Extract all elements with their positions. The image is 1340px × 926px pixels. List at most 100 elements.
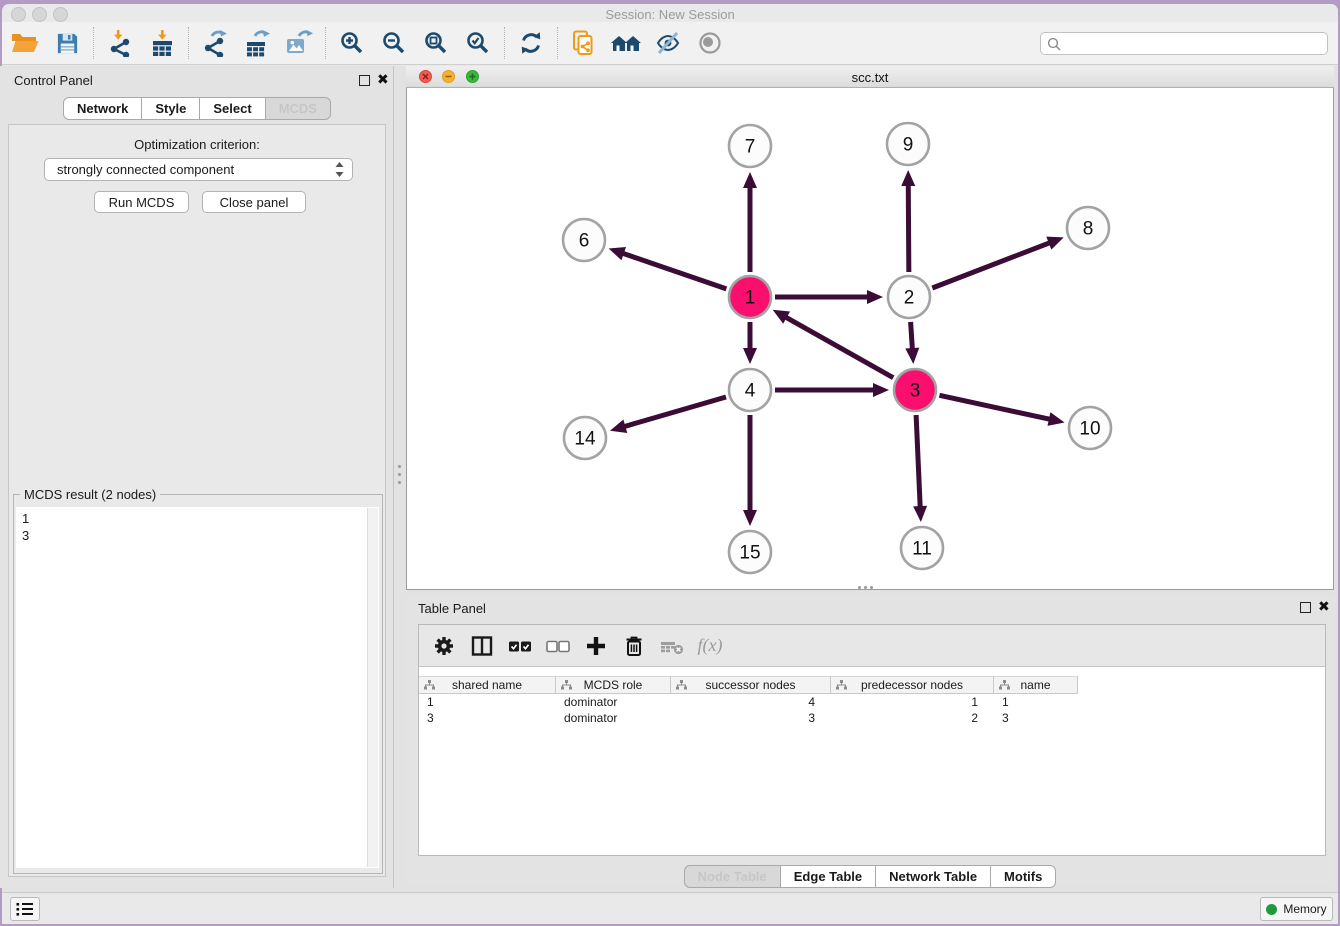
tab-network-table[interactable]: Network Table xyxy=(875,865,991,888)
mcds-result-text[interactable]: 1 3 xyxy=(16,507,379,868)
zoom-fit-icon[interactable] xyxy=(415,23,457,63)
export-network-icon[interactable] xyxy=(194,23,236,63)
edge-arrowhead xyxy=(1047,412,1064,426)
table-row[interactable]: 3dominator323 xyxy=(419,710,1078,726)
edge-arrowhead xyxy=(609,247,626,260)
close-panel-button[interactable]: Close panel xyxy=(202,191,306,213)
memory-button[interactable]: Memory xyxy=(1260,897,1333,921)
zoom-out-icon[interactable] xyxy=(373,23,415,63)
run-mcds-button[interactable]: Run MCDS xyxy=(94,191,189,213)
control-panel-tabs: NetworkStyleSelectMCDS xyxy=(0,97,394,120)
edge-arrowhead xyxy=(867,290,883,304)
graph-node-label: 11 xyxy=(912,539,932,560)
column-header-shared-name[interactable]: shared name xyxy=(419,676,556,694)
status-bar xyxy=(2,892,1338,923)
table-cell: dominator xyxy=(556,710,671,726)
toolbar-separator xyxy=(504,27,505,59)
chevron-updown-icon xyxy=(335,162,344,177)
tab-motifs[interactable]: Motifs xyxy=(990,865,1056,888)
control-panel-float-button[interactable] xyxy=(359,75,370,86)
graph-node-label: 7 xyxy=(745,137,756,158)
graph-node-label: 2 xyxy=(904,288,915,309)
table-cell: 1 xyxy=(831,694,994,710)
export-table-icon[interactable] xyxy=(236,23,278,63)
tab-node-table[interactable]: Node Table xyxy=(684,865,781,888)
toolbar-separator xyxy=(93,27,94,59)
import-table-icon[interactable] xyxy=(141,23,183,63)
edge-arrowhead xyxy=(743,510,757,526)
table-row[interactable]: 1dominator411 xyxy=(419,694,1078,710)
table-toolbar: f(x) xyxy=(419,625,1325,667)
graph-svg: 1234678910111415 xyxy=(407,88,1333,589)
optimization-criterion-value: strongly connected component xyxy=(57,162,335,177)
zoom-selected-icon[interactable] xyxy=(457,23,499,63)
select-all-icon[interactable] xyxy=(501,627,539,665)
table-panel-close-button[interactable]: ✖ xyxy=(1318,601,1330,612)
refresh-icon[interactable] xyxy=(510,23,552,63)
table-cell: dominator xyxy=(556,694,671,710)
column-header-name[interactable]: name xyxy=(994,676,1078,694)
edge-arrowhead xyxy=(610,420,627,433)
export-image-icon[interactable] xyxy=(278,23,320,63)
table-cell: 1 xyxy=(994,694,1078,710)
save-session-icon[interactable] xyxy=(46,23,88,63)
tab-style[interactable]: Style xyxy=(141,97,200,120)
node-table-header: shared nameMCDS rolesuccessor nodesprede… xyxy=(419,676,1078,694)
horizontal-splitter-handle[interactable] xyxy=(858,586,873,589)
gear-icon[interactable] xyxy=(425,627,463,665)
graph-edge-2-8[interactable] xyxy=(932,242,1051,288)
search-input[interactable] xyxy=(1065,35,1327,52)
search-icon xyxy=(1047,37,1061,51)
open-session-icon[interactable] xyxy=(4,23,46,63)
graph-node-label: 1 xyxy=(745,288,756,309)
column-icon[interactable] xyxy=(463,627,501,665)
edge-arrowhead xyxy=(743,348,757,364)
graph-edge-2-3[interactable] xyxy=(911,322,913,351)
deselect-all-icon[interactable] xyxy=(539,627,577,665)
delete-table-icon[interactable] xyxy=(653,627,691,665)
table-panel-float-button[interactable] xyxy=(1300,602,1311,613)
task-history-button[interactable] xyxy=(10,897,40,921)
optimization-criterion-select[interactable]: strongly connected component xyxy=(44,158,353,181)
table-cell: 4 xyxy=(671,694,831,710)
mcds-result-title: MCDS result (2 nodes) xyxy=(20,487,160,502)
memory-label: Memory xyxy=(1283,902,1326,916)
tab-edge-table[interactable]: Edge Table xyxy=(780,865,876,888)
edge-arrowhead xyxy=(905,348,919,364)
new-network-icon[interactable] xyxy=(563,23,605,63)
control-panel-title: Control Panel xyxy=(14,73,93,88)
home-icon[interactable] xyxy=(605,23,647,63)
import-network-icon[interactable] xyxy=(99,23,141,63)
graph-node-label: 3 xyxy=(910,381,921,402)
graph-edge-3-1[interactable] xyxy=(784,316,893,378)
tab-mcds[interactable]: MCDS xyxy=(265,97,331,120)
graph-edge-4-14[interactable] xyxy=(622,397,726,427)
toolbar-separator xyxy=(557,27,558,59)
table-panel-title: Table Panel xyxy=(418,601,486,616)
column-header-MCDS-role[interactable]: MCDS role xyxy=(556,676,671,694)
graph-edge-3-10[interactable] xyxy=(939,395,1051,419)
control-panel-close-button[interactable]: ✖ xyxy=(377,74,389,85)
graph-node-label: 4 xyxy=(745,381,756,402)
column-header-successor-nodes[interactable]: successor nodes xyxy=(671,676,831,694)
hide-graphics-icon[interactable] xyxy=(647,23,689,63)
toolbar-separator xyxy=(188,27,189,59)
show-graphics-icon[interactable] xyxy=(689,23,731,63)
result-scrollbar[interactable] xyxy=(367,508,378,867)
add-column-icon[interactable] xyxy=(577,627,615,665)
zoom-in-icon[interactable] xyxy=(331,23,373,63)
tab-select[interactable]: Select xyxy=(199,97,265,120)
tab-network[interactable]: Network xyxy=(63,97,142,120)
function-icon[interactable]: f(x) xyxy=(691,627,729,665)
graph-edge-2-9[interactable] xyxy=(908,183,909,272)
graph-edge-1-6[interactable] xyxy=(621,253,726,289)
graph-edge-3-11[interactable] xyxy=(916,415,920,509)
delete-icon[interactable] xyxy=(615,627,653,665)
edge-arrowhead xyxy=(913,506,927,522)
edge-arrowhead xyxy=(901,170,915,186)
column-header-predecessor-nodes[interactable]: predecessor nodes xyxy=(831,676,994,694)
memory-status-icon xyxy=(1266,904,1277,915)
table-cell: 3 xyxy=(419,710,556,726)
graph-node-label: 8 xyxy=(1083,219,1094,240)
panel-splitter-handle[interactable] xyxy=(398,460,401,489)
